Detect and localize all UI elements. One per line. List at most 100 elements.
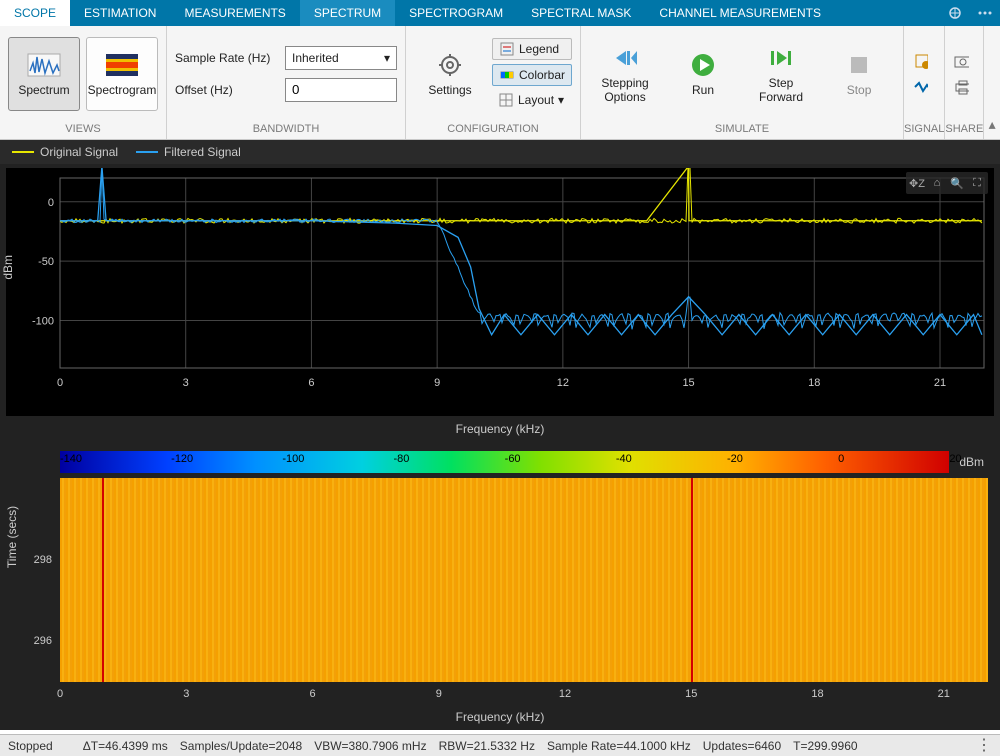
zoom-icon[interactable]: 🔍 (948, 174, 966, 192)
more-icon[interactable] (970, 0, 1000, 26)
ytick: 298 (34, 554, 52, 566)
sample-rate-value: Inherited (292, 51, 339, 65)
chevron-down-icon: ▾ (384, 51, 390, 65)
status-metric: RBW=21.5332 Hz (439, 739, 535, 753)
legend-swatch (12, 151, 34, 153)
group-views: Spectrum Spectrogram VIEWS (0, 26, 167, 139)
xtick: 0 (57, 688, 63, 700)
svg-text:6: 6 (308, 377, 314, 389)
xtick: 3 (183, 688, 189, 700)
offset-label: Offset (Hz) (175, 83, 279, 97)
signal-bottom-icon[interactable] (912, 79, 928, 95)
sample-rate-dropdown[interactable]: Inherited ▾ (285, 46, 397, 70)
status-metric: VBW=380.7906 mHz (314, 739, 426, 753)
xtick: 18 (811, 688, 823, 700)
legend-item-filtered: Filtered Signal (136, 145, 241, 159)
tab-estimation[interactable]: ESTIMATION (70, 0, 170, 26)
colorbar-toggle[interactable]: Colorbar (492, 64, 572, 86)
trace-legend: Original Signal Filtered Signal (0, 140, 1000, 164)
step-forward-icon (763, 44, 799, 72)
run-button[interactable]: Run (667, 37, 739, 111)
status-metric: T=299.9960 (793, 739, 857, 753)
group-share-label: SHARE (945, 121, 983, 139)
tab-scope[interactable]: SCOPE (0, 0, 70, 26)
print-icon[interactable] (953, 79, 969, 95)
run-label: Run (692, 83, 714, 97)
pan-icon[interactable]: ✥Z (908, 174, 926, 192)
tab-spectrogram[interactable]: SPECTROGRAM (395, 0, 517, 26)
home-icon[interactable]: ⌂ (928, 174, 946, 192)
group-views-label: VIEWS (0, 121, 166, 139)
xtick: 12 (559, 688, 571, 700)
spectrogram-peak-line (102, 478, 104, 682)
step-forward-label: Step Forward (759, 76, 803, 104)
restore-defaults-icon[interactable] (940, 0, 970, 26)
spectrum-icon (26, 51, 62, 79)
settings-label: Settings (428, 83, 471, 97)
status-bar: Stopped ΔT=46.4399 msSamples/Update=2048… (0, 734, 1000, 756)
legend-label: Original Signal (40, 145, 118, 159)
stepping-options-button[interactable]: Stepping Options (589, 37, 661, 111)
svg-text:15: 15 (682, 377, 694, 389)
spectrum-plot[interactable]: dBm 0-50-100036912151821 ✥Z ⌂ 🔍 ⛶ (6, 168, 994, 416)
group-configuration-label: CONFIGURATION (406, 121, 580, 139)
legend-swatch (136, 151, 158, 153)
legend-label: Filtered Signal (164, 145, 241, 159)
spectrogram-xlabel: Frequency (kHz) (6, 708, 994, 730)
group-configuration: Settings Legend Colorbar Layout ▾ CONFIG… (406, 26, 581, 139)
stop-button[interactable]: Stop (823, 37, 895, 111)
spectrogram-view-label: Spectrogram (88, 83, 157, 97)
svg-text:-50: -50 (38, 256, 54, 268)
settings-button[interactable]: Settings (414, 37, 486, 111)
group-signal: SIGNAL (904, 26, 945, 139)
colorbar: -140-120-100-80-60-40-20020 dBm (60, 450, 994, 474)
spectrogram-plot[interactable]: Time (secs) 296298 036912151821 (6, 478, 994, 708)
colorbar-gradient: -140-120-100-80-60-40-20020 (60, 451, 949, 473)
spectrum-view-button[interactable]: Spectrum (8, 37, 80, 111)
colorbar-tick: 0 (838, 453, 844, 465)
snapshot-icon[interactable] (953, 53, 969, 69)
fit-icon[interactable]: ⛶ (968, 174, 986, 192)
legend-toggle[interactable]: Legend (492, 38, 572, 60)
xtick: 6 (309, 688, 315, 700)
tab-spectral-mask[interactable]: SPECTRAL MASK (517, 0, 645, 26)
group-share: SHARE (945, 26, 984, 139)
legend-item-original: Original Signal (12, 145, 118, 159)
kebab-icon[interactable]: ⋮ (976, 738, 992, 754)
ribbon: Spectrum Spectrogram VIEWS Sample Rate (… (0, 26, 1000, 140)
colorbar-label: Colorbar (519, 68, 565, 82)
svg-text:12: 12 (557, 377, 569, 389)
offset-input[interactable] (285, 78, 397, 102)
legend-icon (499, 41, 515, 57)
status-metric: ΔT=46.4399 ms (83, 739, 168, 753)
colorbar-icon (499, 67, 515, 83)
stop-icon (841, 51, 877, 79)
layout-dropdown[interactable]: Layout ▾ (492, 90, 572, 110)
stop-label: Stop (847, 83, 872, 97)
play-icon (685, 51, 721, 79)
xtick: 9 (436, 688, 442, 700)
spectrogram-panel: -140-120-100-80-60-40-20020 dBm Time (se… (6, 450, 994, 730)
svg-text:-100: -100 (32, 316, 54, 328)
signal-top-icon[interactable] (912, 53, 928, 69)
gear-icon (432, 51, 468, 79)
step-back-icon (607, 44, 643, 72)
spectrum-ylabel: dBm (1, 255, 15, 280)
svg-text:21: 21 (934, 377, 946, 389)
group-bandwidth-label: BANDWIDTH (167, 121, 405, 139)
tab-channel-measurements[interactable]: CHANNEL MEASUREMENTS (645, 0, 835, 26)
tab-measurements[interactable]: MEASUREMENTS (170, 0, 299, 26)
spectrogram-view-button[interactable]: Spectrogram (86, 37, 158, 111)
collapse-ribbon-icon[interactable]: ▴ (984, 26, 1000, 139)
svg-text:18: 18 (808, 377, 820, 389)
step-forward-button[interactable]: Step Forward (745, 37, 817, 111)
svg-text:3: 3 (183, 377, 189, 389)
tab-spectrum[interactable]: SPECTRUM (300, 0, 395, 26)
ytick: 296 (34, 635, 52, 647)
tab-strip: SCOPE ESTIMATION MEASUREMENTS SPECTRUM S… (0, 0, 1000, 26)
chart-area: Original Signal Filtered Signal dBm 0 -50… (0, 140, 1000, 730)
xtick: 21 (938, 688, 950, 700)
colorbar-tick: -120 (171, 453, 193, 465)
sample-rate-label: Sample Rate (Hz) (175, 51, 279, 65)
group-bandwidth: Sample Rate (Hz) Inherited ▾ Offset (Hz)… (167, 26, 406, 139)
